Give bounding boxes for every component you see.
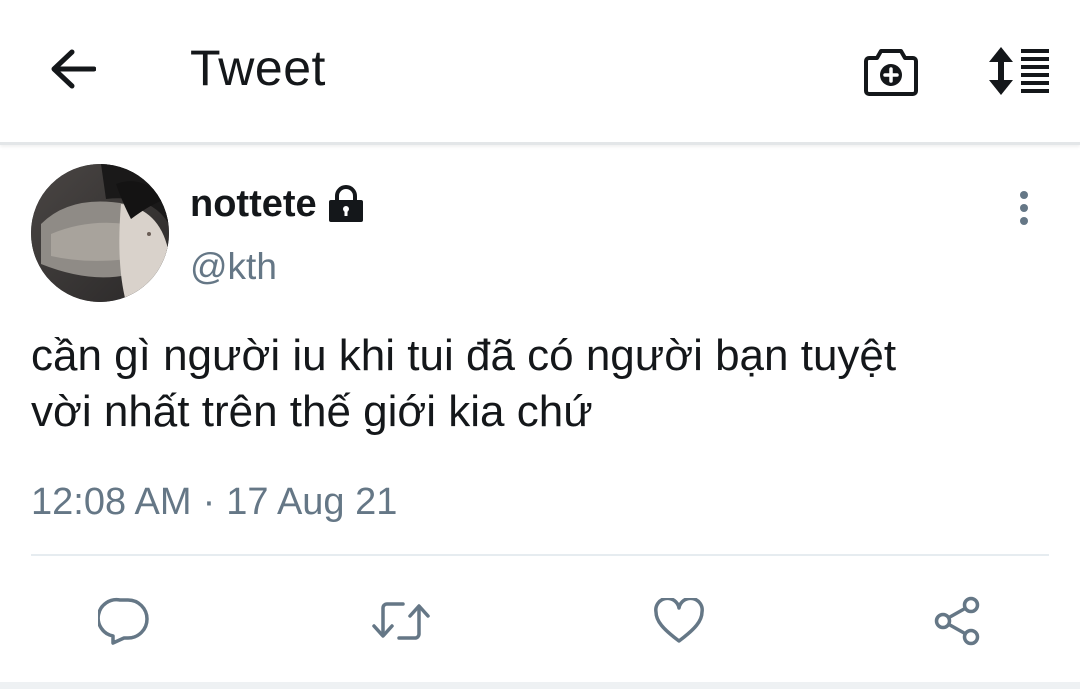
tweet-text: cần gì người iu khi tui đã có người bạn … xyxy=(31,331,897,436)
retweet-button[interactable] xyxy=(368,588,434,654)
tweet-date: 17 Aug 21 xyxy=(226,481,398,523)
arrow-left-icon xyxy=(51,49,96,89)
author-row[interactable]: nottete xyxy=(190,178,365,230)
app-bar: Tweet xyxy=(0,0,1080,145)
bottom-divider xyxy=(0,682,1080,689)
avatar[interactable] xyxy=(31,164,169,302)
lock-icon xyxy=(327,185,365,223)
divider xyxy=(31,554,1049,556)
more-options-button[interactable] xyxy=(1000,182,1048,234)
user-handle[interactable]: @kth xyxy=(190,243,277,291)
more-vertical-icon xyxy=(1020,191,1028,225)
heart-icon xyxy=(654,598,704,643)
share-button[interactable] xyxy=(924,588,990,654)
avatar-photo xyxy=(31,164,169,302)
page-title: Tweet xyxy=(190,40,326,96)
sort-button[interactable] xyxy=(980,38,1056,104)
meta-separator: · xyxy=(202,481,216,523)
camera-add-button[interactable] xyxy=(858,38,924,104)
action-bar xyxy=(0,588,1080,654)
display-name: nottete xyxy=(190,183,317,225)
back-button[interactable] xyxy=(40,36,106,102)
retweet-icon xyxy=(372,602,430,640)
tweet-timestamp: 12:08 AM · 17 Aug 21 xyxy=(31,478,397,526)
camera-add-icon xyxy=(864,49,918,96)
like-button[interactable] xyxy=(646,588,712,654)
reply-bubble-icon xyxy=(98,597,149,645)
share-icon xyxy=(934,596,980,646)
tweet-detail-screen: Tweet nottete @kth cần gì người iu khi t… xyxy=(0,0,1080,689)
tweet-time: 12:08 AM xyxy=(31,481,192,523)
sort-list-icon xyxy=(989,47,1049,95)
reply-button[interactable] xyxy=(91,588,157,654)
